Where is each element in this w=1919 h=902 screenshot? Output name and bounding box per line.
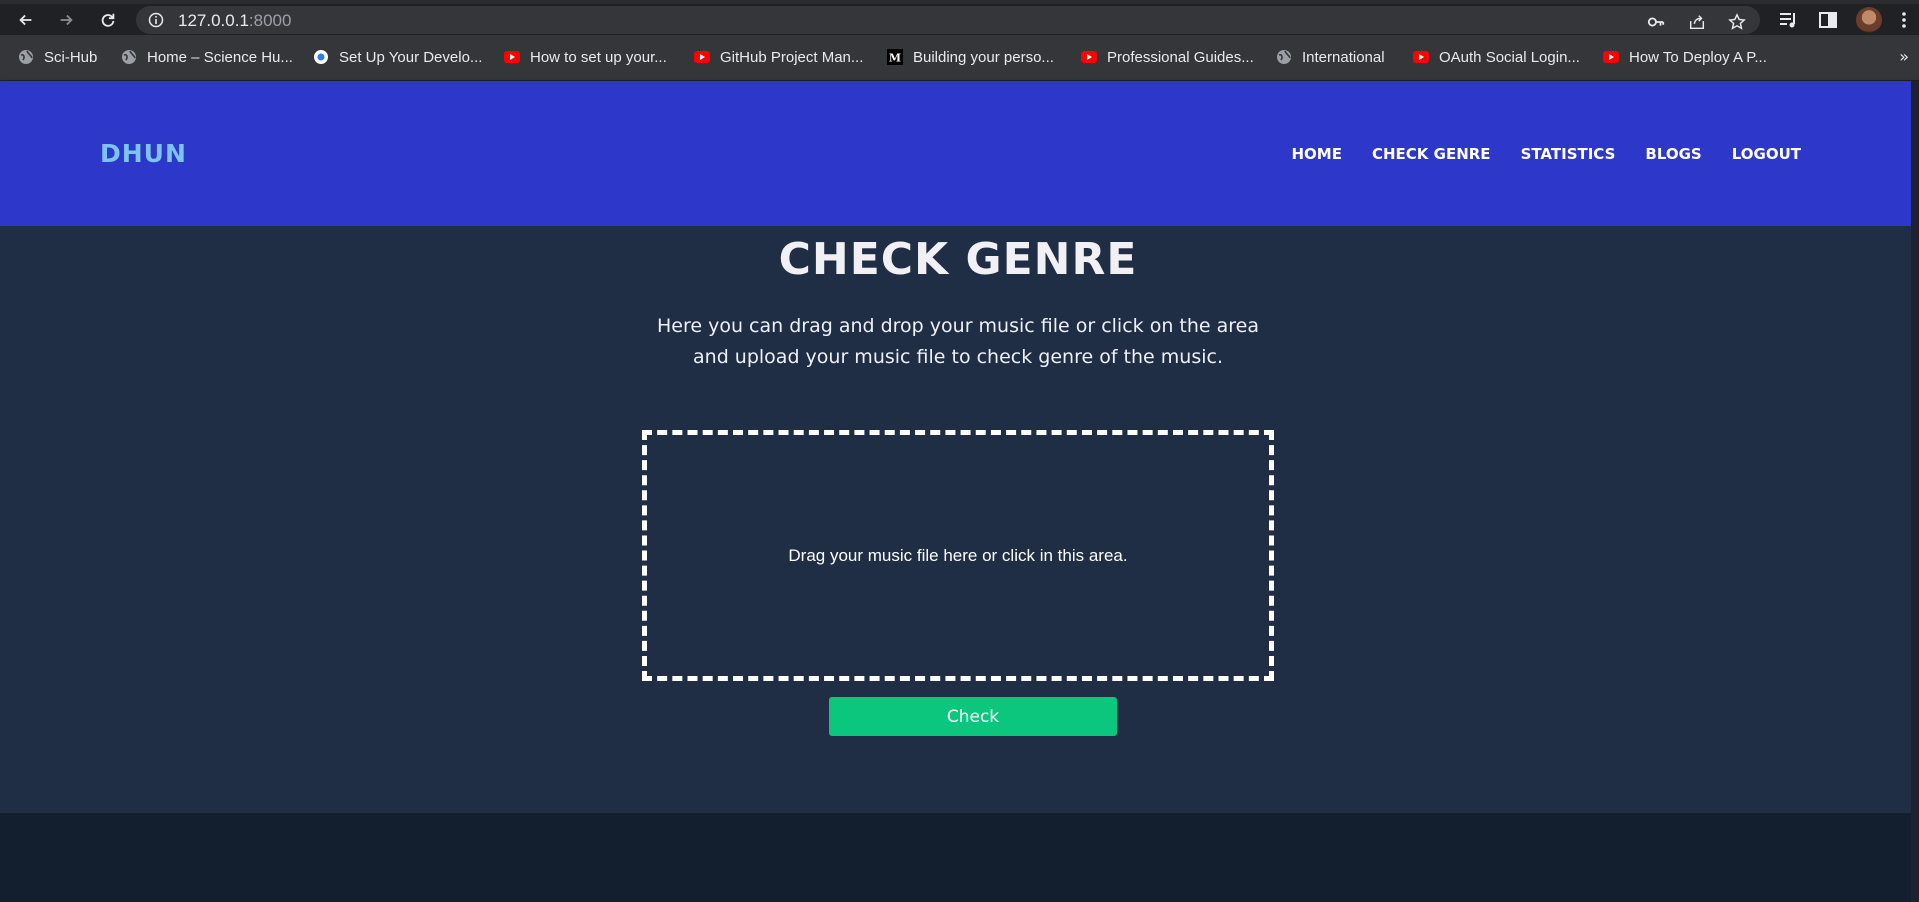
svg-text:M: M (889, 52, 901, 65)
bookmark-label: Home – Science Hu... (147, 48, 293, 66)
kebab-menu-icon[interactable] (1894, 10, 1914, 30)
globe-icon (19, 50, 33, 64)
bookmark-professional-guides[interactable]: Professional Guides... (1081, 45, 1254, 69)
url-port: :8000 (248, 11, 292, 30)
bookmark-favicon-icon (314, 50, 328, 64)
youtube-icon (504, 51, 520, 63)
bookmark-label: Professional Guides... (1107, 48, 1254, 66)
nav-blogs[interactable]: BLOGS (1645, 145, 1701, 163)
globe-icon (1277, 50, 1291, 64)
bookmark-sci-hub[interactable]: Sci-Hub (18, 45, 97, 69)
web-page: DHUN HOME CHECK GENRE STATISTICS BLOGS L… (0, 81, 1919, 902)
bookmark-label: Sci-Hub (44, 48, 98, 66)
scrollbar[interactable] (1911, 81, 1919, 902)
arrow-right-icon (60, 14, 73, 26)
star-icon[interactable] (1728, 13, 1746, 31)
site-nav: HOME CHECK GENRE STATISTICS BLOGS LOGOUT (1292, 145, 1802, 163)
bookmark-label: How to set up your... (530, 48, 667, 66)
bookmark-science-hub[interactable]: Home – Science Hu... (121, 45, 293, 69)
bookmark-label: How To Deploy A P... (1629, 48, 1767, 66)
youtube-icon (694, 51, 710, 63)
bookmark-oauth-social-login[interactable]: OAuth Social Login... (1413, 45, 1580, 69)
profile-avatar[interactable] (1856, 7, 1882, 33)
forward-button[interactable] (52, 6, 80, 34)
bookmarks-bar: Sci-Hub Home – Science Hu... Set Up Your… (0, 35, 1919, 81)
reload-icon (101, 13, 115, 27)
reload-button[interactable] (94, 6, 122, 34)
share-icon[interactable] (1688, 13, 1706, 31)
intro-line-2: and upload your music file to check genr… (693, 346, 1223, 368)
globe-icon (122, 50, 136, 64)
nav-home[interactable]: HOME (1292, 145, 1342, 163)
url-text[interactable]: 127.0.0.1:8000 (178, 11, 291, 31)
bookmark-international[interactable]: International (1276, 45, 1385, 69)
bookmark-how-to-setup[interactable]: How to set up your... (504, 45, 667, 69)
youtube-icon (1413, 51, 1429, 63)
side-panel-icon[interactable] (1818, 10, 1838, 30)
info-icon[interactable] (148, 12, 164, 28)
nav-logout[interactable]: LOGOUT (1732, 145, 1801, 163)
check-genre-section: CHECK GENRE Here you can drag and drop y… (0, 226, 1919, 813)
back-button[interactable] (12, 6, 40, 34)
check-button[interactable]: Check (829, 697, 1117, 736)
bookmarks-overflow-button[interactable]: » (1899, 47, 1909, 66)
bookmark-label: International (1302, 48, 1385, 66)
bookmark-label: Set Up Your Develo... (339, 48, 483, 66)
arrow-left-icon (19, 14, 32, 26)
bookmark-how-to-deploy[interactable]: How To Deploy A P... (1603, 45, 1767, 69)
media-controls-icon[interactable] (1778, 10, 1798, 30)
intro-line-1: Here you can drag and drop your music fi… (656, 315, 1260, 337)
nav-check-genre[interactable]: CHECK GENRE (1372, 145, 1491, 163)
url-host: 127.0.0.1 (178, 11, 249, 30)
bookmark-building-personal[interactable]: M Building your perso... (887, 45, 1054, 69)
bookmark-github-project[interactable]: GitHub Project Man... (694, 45, 863, 69)
address-bar[interactable]: 127.0.0.1:8000 (136, 6, 1760, 34)
bookmark-label: GitHub Project Man... (720, 48, 864, 66)
site-logo[interactable]: DHUN (100, 139, 187, 168)
bookmark-setup-dev[interactable]: Set Up Your Develo... (313, 45, 482, 69)
dropzone-text: Drag your music file here or click in th… (788, 545, 1128, 565)
medium-icon: M (887, 49, 903, 65)
intro-text: Here you can drag and drop your music fi… (560, 311, 1356, 373)
bookmark-label: Building your perso... (913, 48, 1054, 66)
page-title: CHECK GENRE (778, 234, 1138, 285)
youtube-icon (1081, 51, 1097, 63)
bookmark-label: OAuth Social Login... (1439, 48, 1580, 66)
nav-statistics[interactable]: STATISTICS (1521, 145, 1616, 163)
youtube-icon (1603, 51, 1619, 63)
page-footer-area (0, 813, 1919, 902)
site-header: DHUN HOME CHECK GENRE STATISTICS BLOGS L… (0, 81, 1919, 226)
key-icon[interactable] (1647, 13, 1665, 31)
browser-toolbar: 127.0.0.1:8000 (0, 0, 1919, 35)
music-file-dropzone[interactable]: Drag your music file here or click in th… (642, 430, 1274, 681)
